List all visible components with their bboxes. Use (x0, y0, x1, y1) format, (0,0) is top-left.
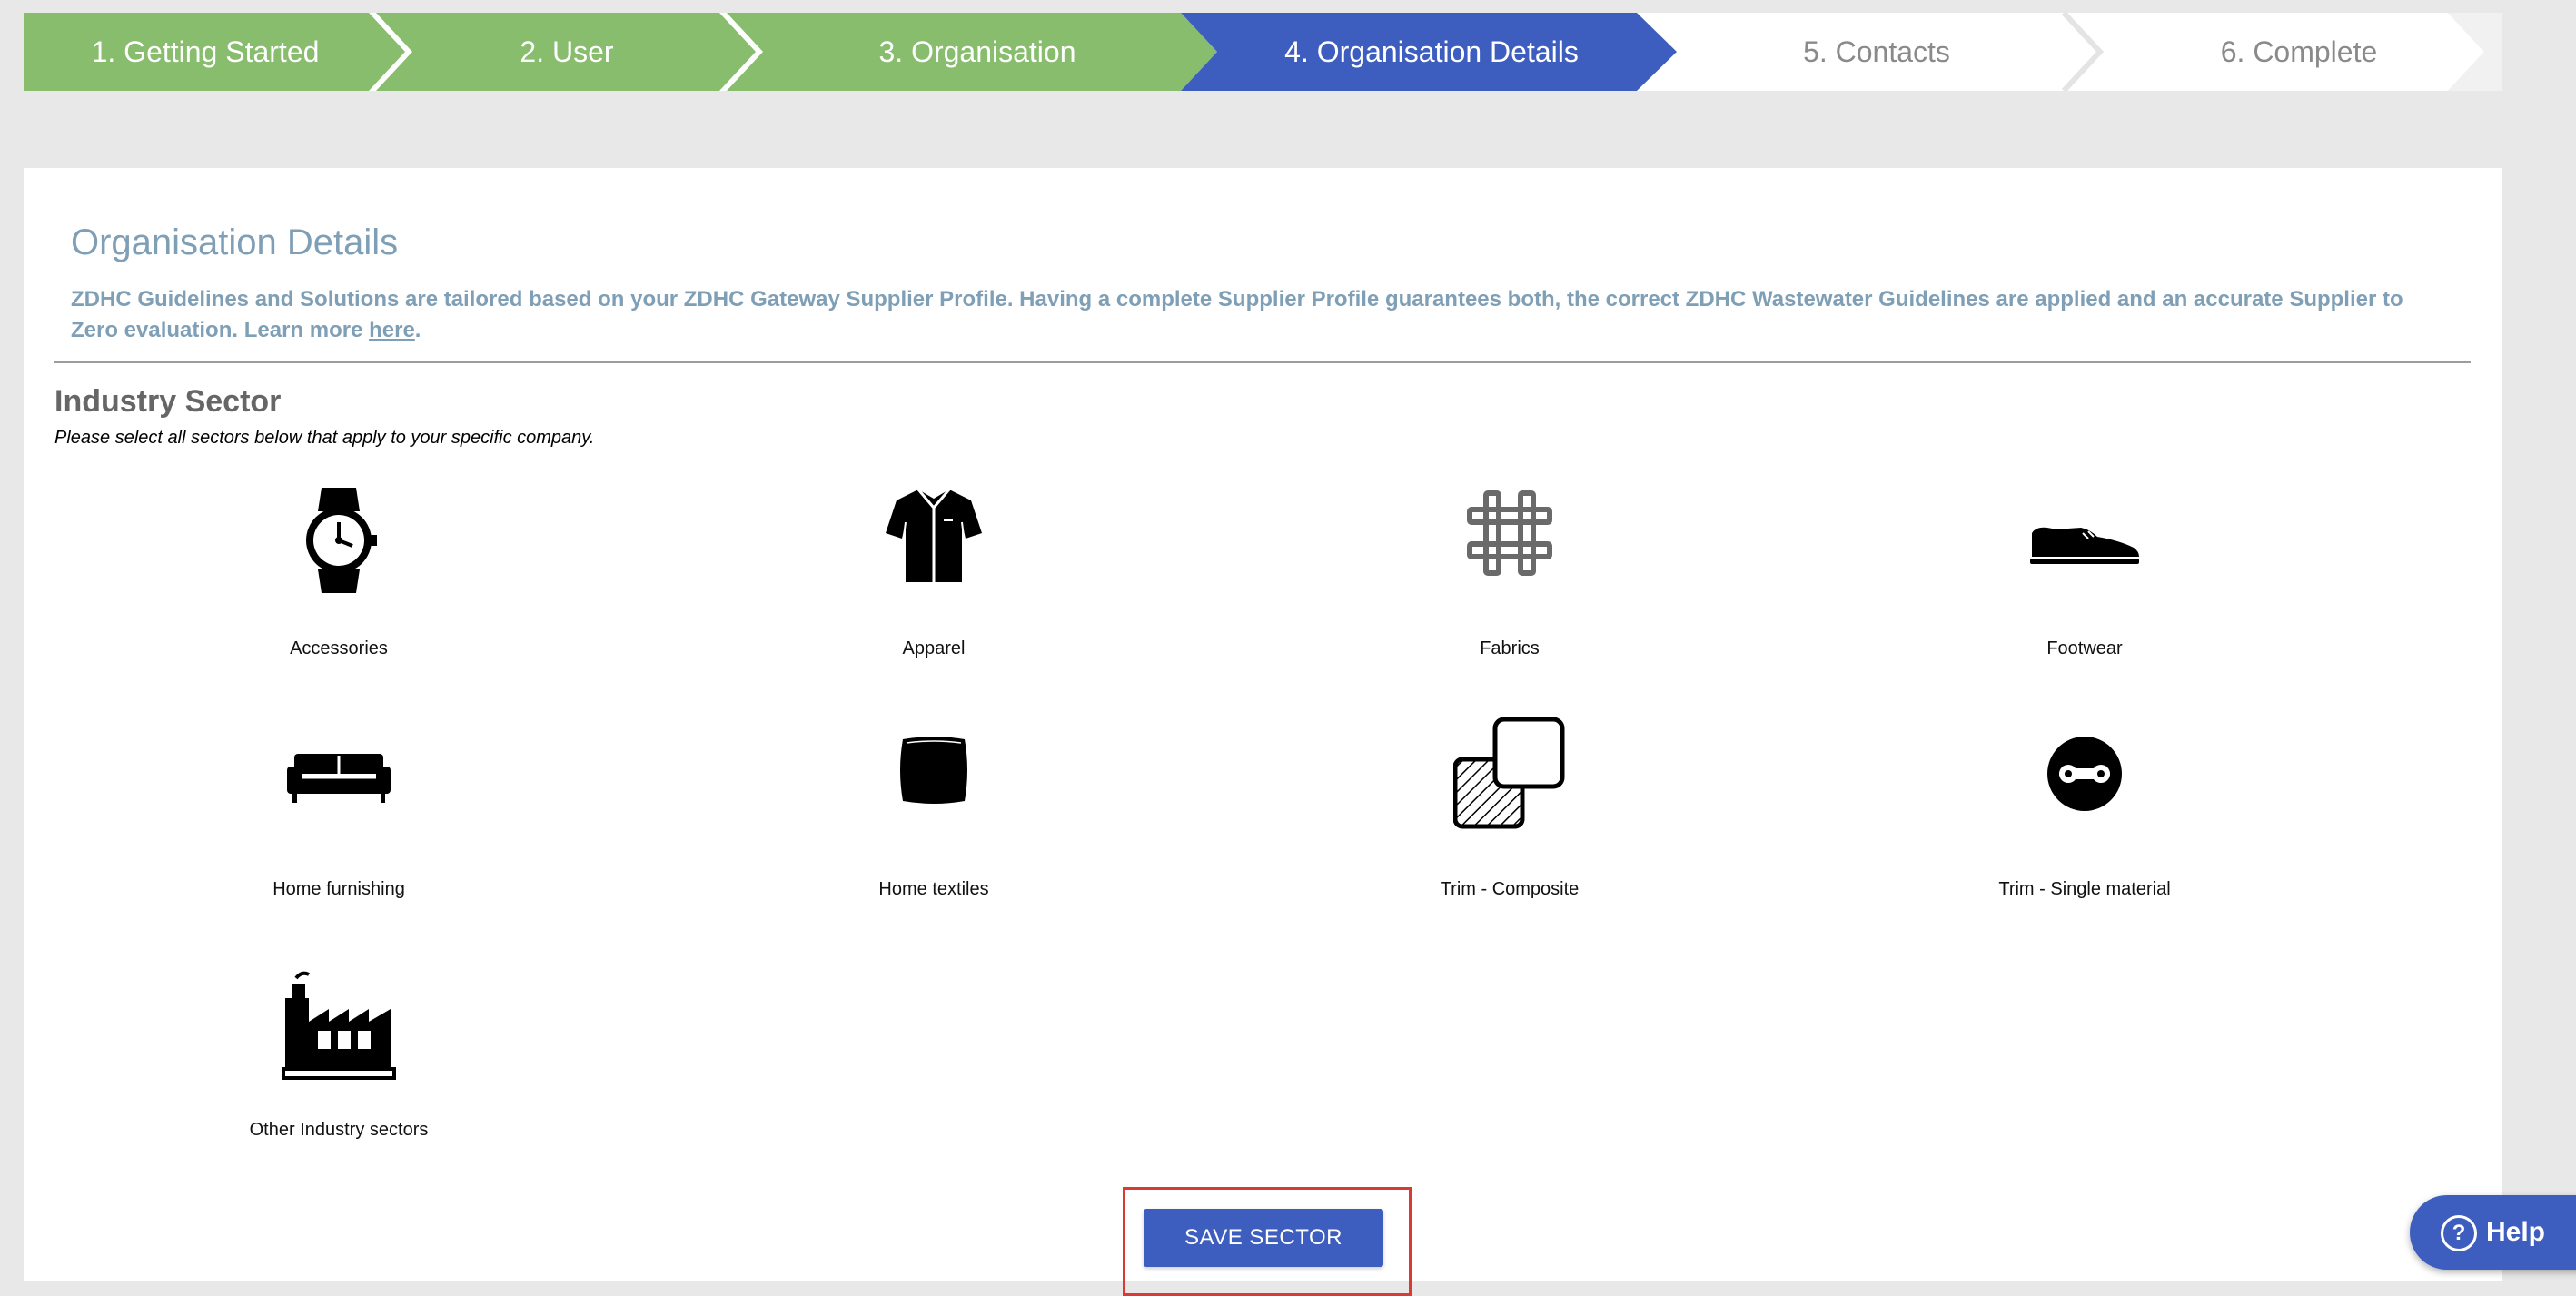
sector-footwear[interactable]: Footwear (1921, 486, 2248, 695)
factory-icon (282, 971, 396, 1080)
divider (54, 361, 2471, 363)
help-button[interactable]: ? Help (2410, 1195, 2576, 1270)
intro-end: . (414, 318, 421, 342)
sector-accessories[interactable]: Accessories (175, 486, 502, 695)
help-label: Help (2486, 1217, 2546, 1247)
step-complete[interactable]: 6. Complete (2086, 13, 2512, 91)
sector-trim-single-material[interactable]: Trim - Single material (1921, 727, 2248, 935)
watch-icon (306, 488, 377, 593)
fabric-weave-icon (1467, 490, 1552, 576)
sector-home-furnishing[interactable]: Home furnishing (175, 727, 502, 935)
sector-fabrics[interactable]: Fabrics (1346, 486, 1673, 695)
link-circle-icon (2047, 737, 2122, 811)
sector-label: Trim - Single material (1998, 879, 2171, 899)
cushion-icon (900, 737, 967, 804)
sector-label: Accessories (290, 638, 388, 658)
step-getting-started[interactable]: 1. Getting Started (24, 13, 387, 91)
step-organisation-details[interactable]: 4. Organisation Details (1204, 13, 1659, 91)
sector-trim-composite[interactable]: Trim - Composite (1346, 717, 1673, 935)
sector-label: Apparel (902, 638, 966, 658)
step-user[interactable]: 2. User (394, 13, 739, 91)
sector-label: Trim - Composite (1440, 879, 1580, 899)
question-circle-icon: ? (2441, 1215, 2477, 1251)
learn-more-link[interactable]: here (369, 318, 415, 342)
save-sector-button[interactable]: SAVE SECTOR (1144, 1209, 1383, 1267)
step-contacts[interactable]: 5. Contacts (1677, 13, 2076, 91)
intro-text: ZDHC Guidelines and Solutions are tailor… (71, 284, 2432, 346)
composite-squares-icon (1453, 717, 1565, 829)
sector-label: Home furnishing (272, 879, 405, 899)
step-organisation[interactable]: 3. Organisation (759, 13, 1195, 91)
sector-label: Other Industry sectors (249, 1120, 429, 1140)
sector-other-industry[interactable]: Other Industry sectors (175, 967, 502, 1176)
shoe-icon (2030, 527, 2139, 564)
progress-stepper: 1. Getting Started 2. User 3. Organisati… (24, 13, 2502, 91)
page-title: Organisation Details (71, 223, 399, 262)
shirt-icon (886, 489, 982, 582)
sector-label: Footwear (2046, 638, 2123, 658)
sector-apparel[interactable]: Apparel (770, 486, 1097, 695)
sector-home-textiles[interactable]: Home textiles (770, 727, 1097, 935)
industry-sector-title: Industry Sector (54, 384, 282, 419)
sofa-icon (287, 754, 391, 803)
sector-label: Fabrics (1480, 638, 1540, 658)
industry-sector-hint: Please select all sectors below that app… (54, 428, 595, 448)
organisation-details-card: Organisation Details ZDHC Guidelines and… (24, 168, 2502, 1281)
sector-label: Home textiles (878, 879, 989, 899)
